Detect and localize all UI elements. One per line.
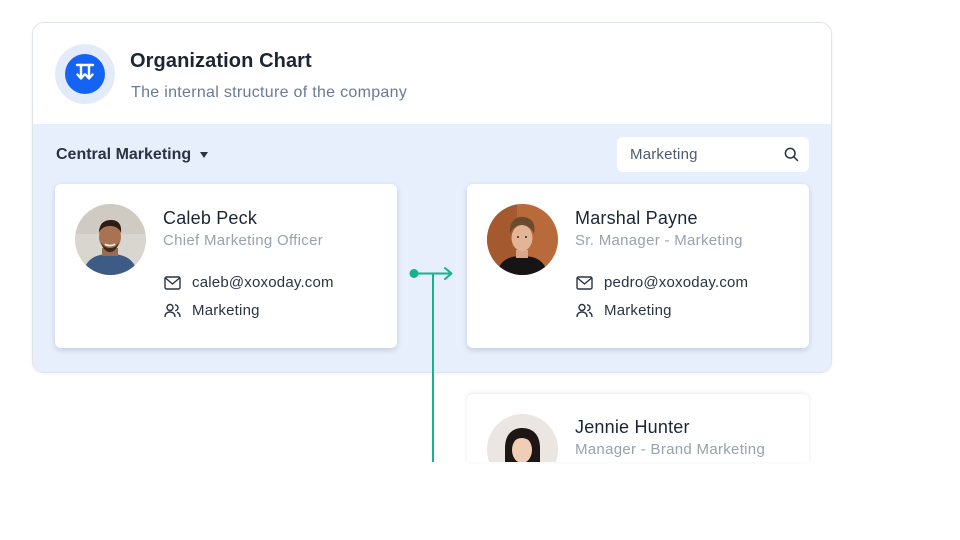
employee-name: Jennie Hunter [575, 417, 690, 437]
avatar [75, 204, 146, 275]
users-icon [576, 302, 593, 319]
page-title: Organization Chart [130, 50, 312, 72]
mail-icon [164, 274, 181, 291]
employee-card[interactable]: Jennie Hunter Manager - Brand Marketing [467, 394, 809, 462]
avatar [487, 204, 558, 275]
department-dropdown[interactable]: Central Marketing [56, 146, 209, 164]
employee-name: Caleb Peck [163, 208, 258, 228]
employee-role: Chief Marketing Officer [163, 232, 324, 249]
email-row[interactable]: caleb@xoxoday.com [164, 274, 334, 291]
mail-icon [576, 274, 593, 291]
employee-email: caleb@xoxoday.com [192, 274, 334, 291]
avatar [487, 414, 558, 462]
employee-name: Marshal Payne [575, 208, 698, 228]
employee-team: Marketing [192, 302, 260, 319]
team-row: Marketing [164, 302, 260, 319]
search-icon[interactable] [784, 147, 799, 162]
users-icon [164, 302, 181, 319]
employee-email: pedro@xoxoday.com [604, 274, 749, 291]
employee-card[interactable]: Caleb Peck Chief Marketing Officer caleb… [55, 184, 397, 348]
page-subtitle: The internal structure of the company [131, 84, 408, 101]
org-chart-logo [55, 44, 115, 104]
email-row[interactable]: pedro@xoxoday.com [576, 274, 748, 291]
employee-card[interactable]: Marshal Payne Sr. Manager - Marketing pe… [467, 184, 809, 348]
panel-header: Organization Chart The internal structur… [33, 23, 831, 124]
caret-down-icon [200, 152, 209, 158]
search-input[interactable] [630, 146, 770, 163]
department-label: Central Marketing [56, 146, 192, 163]
employee-team: Marketing [604, 302, 672, 319]
employee-role: Manager - Brand Marketing [575, 441, 766, 458]
org-chart-icon [75, 63, 95, 80]
team-row: Marketing [576, 302, 672, 319]
search-box[interactable] [617, 137, 809, 172]
employee-role: Sr. Manager - Marketing [575, 232, 743, 249]
